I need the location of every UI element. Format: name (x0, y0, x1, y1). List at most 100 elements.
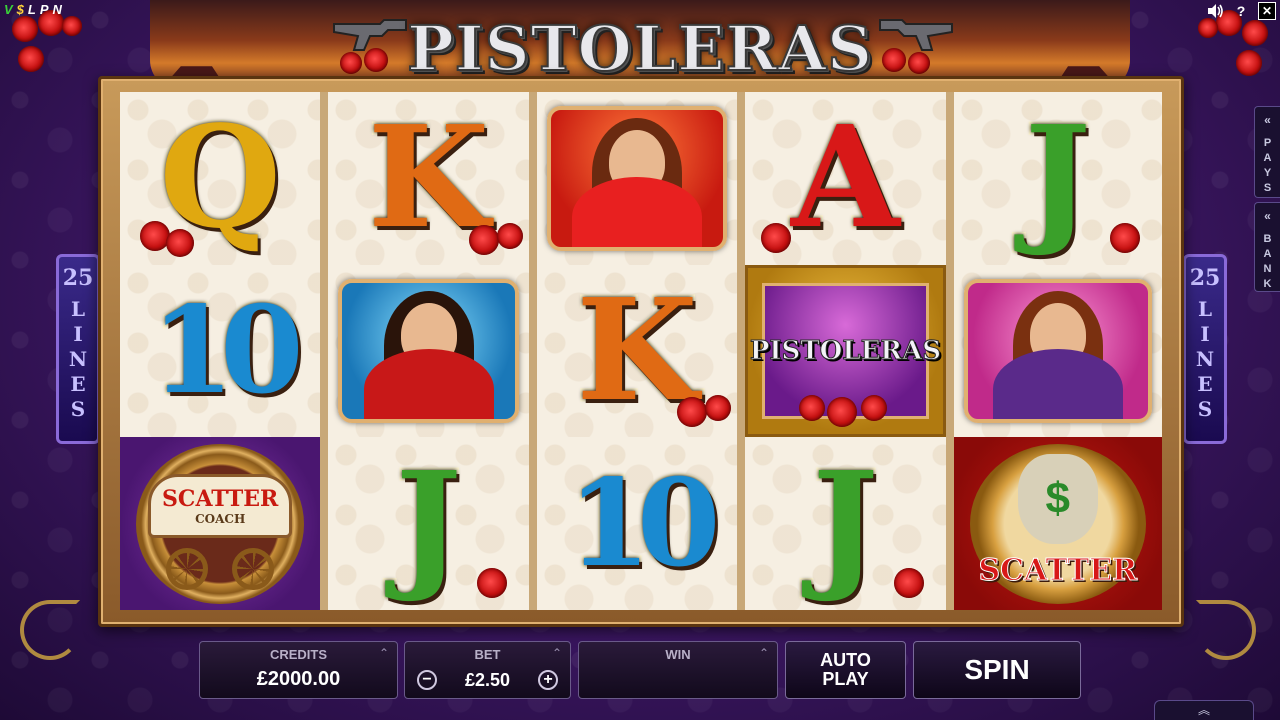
lines-letter: L (1197, 297, 1213, 321)
bet-increase-button[interactable]: + (538, 670, 558, 690)
corner-ornament-right (1196, 600, 1256, 660)
chevron-left-icon: « (1264, 209, 1271, 223)
symbol-pistolera-red (536, 92, 738, 265)
win-label: WIN (665, 647, 691, 662)
pistolera-pink-portrait (963, 278, 1152, 424)
rose-icon (761, 222, 792, 253)
lines-indicator-right: 25 L I N E S (1183, 254, 1227, 444)
scatter-money-text: SCATTER (978, 552, 1138, 588)
reel-4: A PISTOLERAS J (745, 92, 954, 610)
lines-letter: L (70, 297, 86, 321)
scatter-coach-sub: COACH (195, 511, 246, 526)
help-button[interactable]: ? (1232, 2, 1250, 20)
rose-icon (166, 228, 194, 257)
spin-button[interactable]: SPIN (913, 641, 1081, 699)
autoplay-button[interactable]: AUTO PLAY (785, 641, 906, 699)
brand-letter: V (4, 2, 13, 17)
scatter-coach-text: SCATTER (162, 485, 279, 512)
roses-top-left (4, 6, 94, 86)
bet-panel: ⌃ BET £2.50 − + (404, 641, 571, 699)
symbol-letter: 10 (148, 279, 306, 421)
reel-5: J $ SCATTER (953, 92, 1162, 610)
brand-badge: V $ L P N (4, 2, 62, 17)
reels-grid: Q 10 SCATTER COACH K J K 10 A PISTOLERAS… (120, 92, 1162, 610)
bet-decrease-button[interactable]: − (417, 670, 437, 690)
lines-letter: N (68, 347, 88, 371)
pays-letter: Y (1263, 167, 1272, 179)
lines-label: L I N E S (1196, 297, 1214, 422)
bank-letter: K (1263, 278, 1272, 290)
pistolera-blue-portrait (338, 278, 519, 424)
pays-tab[interactable]: « P A Y S (1254, 106, 1280, 198)
bank-tab[interactable]: « B A N K (1254, 202, 1280, 292)
reel-1: Q 10 SCATTER COACH (120, 92, 329, 610)
lines-letter: I (73, 322, 83, 346)
pays-letter: S (1263, 182, 1272, 194)
symbol-letter: J (810, 441, 881, 606)
credits-value: £2000.00 (256, 668, 341, 690)
symbol-j: J (745, 437, 946, 610)
symbol-a: A (745, 92, 946, 265)
speaker-icon[interactable] (1206, 2, 1224, 20)
pistolera-red-portrait (546, 106, 728, 251)
bank-letter: A (1263, 248, 1272, 260)
wagon-wheel-icon (232, 547, 275, 590)
close-button[interactable]: ✕ (1258, 2, 1276, 20)
bank-letter: N (1263, 263, 1272, 275)
rose-icon (468, 224, 499, 255)
rose-icon (496, 222, 523, 249)
symbol-j: J (953, 92, 1162, 265)
lines-letter: S (70, 397, 86, 421)
rose-icon (476, 568, 507, 598)
symbol-scatter-money: $ SCATTER (953, 437, 1162, 610)
symbol-pistolera-pink (953, 264, 1162, 438)
lines-letter: I (1200, 322, 1210, 346)
rose-icon (1109, 222, 1140, 253)
symbol-pistolera-blue (328, 264, 529, 438)
lines-indicator-left: 25 L I N E S (56, 254, 100, 444)
reel-2: K J (328, 92, 537, 610)
symbol-letter: A (789, 96, 903, 261)
money-bag-icon: $ (1017, 453, 1098, 544)
credits-label: CREDITS (269, 647, 328, 662)
roses-title-left (336, 46, 406, 80)
lines-count: 25 (62, 265, 94, 291)
brand-letter: L (27, 2, 36, 17)
reel-3: K 10 (536, 92, 746, 610)
credits-panel: ⌃ CREDITS £2000.00 (199, 641, 398, 699)
bet-label: BET (474, 647, 501, 662)
rose-icon (893, 568, 924, 598)
symbol-k: K (536, 264, 738, 438)
symbol-letter: 10 (565, 452, 723, 594)
symbol-letter: J (393, 441, 464, 606)
symbol-letter: K (574, 268, 701, 433)
symbol-q: Q (120, 92, 321, 265)
roses-title-right (878, 46, 948, 80)
bottom-drawer-tab[interactable]: ︽ (1154, 700, 1254, 720)
symbol-ten: 10 (120, 264, 321, 438)
corner-ornament-left (20, 600, 80, 660)
lines-letter: S (1197, 397, 1213, 421)
brand-letter: N (52, 2, 62, 17)
win-panel: ⌃ WIN (578, 641, 778, 699)
lines-letter: N (1195, 347, 1215, 371)
rose-icon (705, 395, 732, 422)
lines-letter: E (70, 372, 86, 396)
chevron-up-icon: ︽ (1197, 703, 1210, 717)
top-controls: ? ✕ (1206, 2, 1276, 20)
symbol-letter: J (1022, 96, 1093, 261)
lines-count: 25 (1189, 265, 1221, 291)
wagon-wheel-icon (166, 547, 209, 590)
pays-letter: A (1263, 152, 1272, 164)
symbol-wild: PISTOLERAS (745, 264, 946, 438)
brand-letter: P (39, 2, 49, 17)
bank-letter: B (1263, 233, 1272, 245)
symbol-k: K (328, 92, 529, 265)
brand-letter: $ (16, 2, 24, 17)
pays-letter: P (1263, 137, 1272, 149)
symbol-letter: K (365, 96, 492, 261)
autoplay-label-line2: PLAY (822, 669, 869, 689)
symbol-j: J (328, 437, 529, 610)
symbol-scatter-coach: SCATTER COACH (120, 437, 321, 610)
symbol-ten: 10 (536, 437, 738, 610)
